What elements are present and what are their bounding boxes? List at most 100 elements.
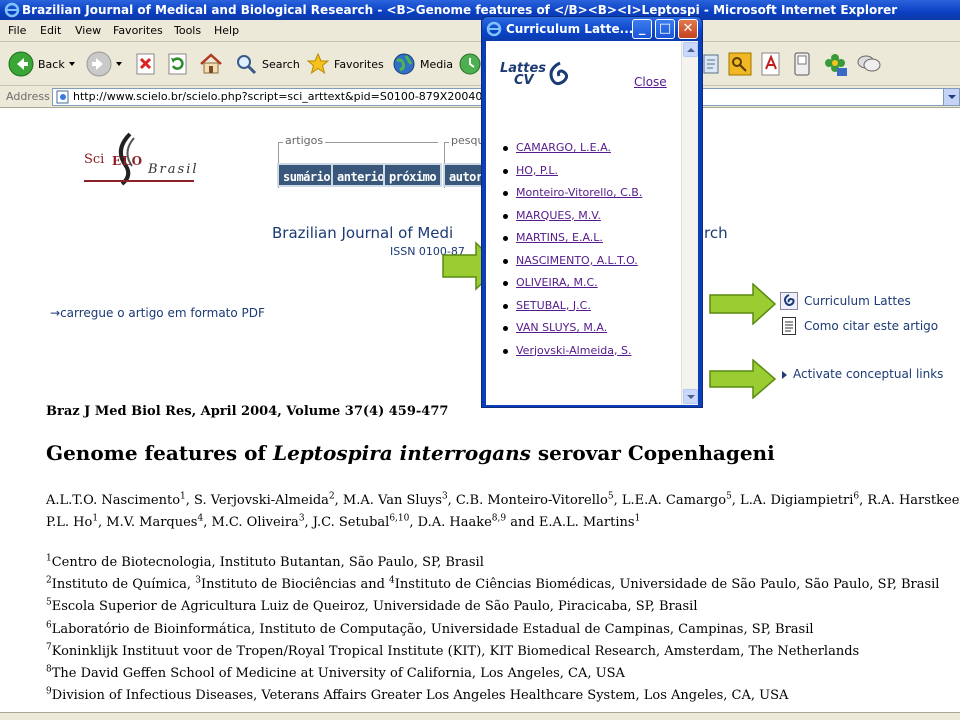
acrobat-icon [761,52,780,76]
author-name: P.L. Ho [46,515,93,530]
author-cv-link[interactable]: OLIVEIRA, M.C. [516,276,598,289]
concept-link-text: Activate conceptual links [793,367,944,381]
cite-article-link[interactable]: Como citar este artigo [780,317,938,335]
lattes-author-list: CAMARGO, L.E.A. HO, P.L. Monteiro-Vitore… [502,141,674,366]
title-part-2: serovar Copenhageni [530,441,775,465]
author-affiliation-mark: 1 [634,513,641,524]
affiliations: 1Centro de Biotecnologia, Instituto Buta… [46,552,956,707]
pdf-link-text: carregue o artigo em formato PDF [60,306,265,320]
menu-file[interactable]: File [8,24,26,37]
scroll-up-icon[interactable] [683,42,698,57]
author-name: , R.A. Harstkeerl [859,493,960,508]
author-cv-link[interactable]: MARTINS, E.A.L. [516,231,603,244]
messenger-button[interactable] [822,50,848,78]
edit-page-button[interactable] [702,50,722,78]
author-cv-link[interactable]: MARQUES, M.V. [516,209,601,222]
author-name: and E.A.L. Martins [506,515,635,530]
author-name: , C.B. Monteiro-Vitorello [447,493,608,508]
stop-icon [136,53,155,75]
scielo-logo[interactable]: Sci ELO Brasil [84,132,204,192]
conceptual-links-link[interactable]: Activate conceptual links [782,367,943,381]
author-name: , M.C. Oliveira [203,515,299,530]
back-dropdown-icon[interactable] [68,62,75,66]
logo-elo-text: ELO [112,154,144,168]
author-name: , J.C. Setubal [304,515,390,530]
list-item: Verjovski-Almeida, S. [502,344,674,358]
device-button[interactable] [792,50,812,78]
messenger-flower-icon [825,54,847,76]
back-arrow-icon [8,51,34,77]
author-cv-link[interactable]: CAMARGO, L.E.A. [516,141,611,154]
key-button[interactable] [728,50,752,78]
author-cv-link[interactable]: NASCIMENTO, A.L.T.O. [516,254,638,267]
history-button[interactable] [458,50,482,78]
green-arrow-icon [709,359,777,399]
forward-button[interactable] [86,50,122,78]
discuss-button[interactable] [856,50,882,78]
forward-dropdown-icon[interactable] [116,62,122,66]
affiliation-text: Laboratório de Bioinformática, Instituto… [51,621,814,637]
media-button[interactable]: Media [392,50,453,78]
menu-edit[interactable]: Edit [40,24,61,37]
affiliation-text: Koninklijk Instituut voor de Tropen/Roya… [51,643,860,659]
author-cv-link[interactable]: VAN SLUYS, M.A. [516,321,607,334]
refresh-button[interactable] [166,50,190,78]
pdf-button[interactable] [760,50,782,78]
minimize-button[interactable]: _ [632,19,652,39]
affiliation-text: Division of Infectious Diseases, Veteran… [51,688,789,704]
summary-button[interactable]: sumário [277,163,337,187]
popup-scrollbar[interactable] [681,41,698,405]
lattes-cv-logo: Lattes CV [500,55,580,95]
scroll-down-icon[interactable] [683,389,698,404]
curriculum-lattes-link[interactable]: Curriculum Lattes [780,292,911,310]
author-cv-link[interactable]: Monteiro-Vitorello, C.B. [516,186,642,199]
list-item: CAMARGO, L.E.A. [502,141,674,155]
affiliation-row: 9Division of Infectious Diseases, Vetera… [46,685,956,707]
close-window-button[interactable]: ✕ [678,19,698,39]
favorites-button[interactable]: Favorites [306,50,384,78]
maximize-button[interactable]: □ [655,19,675,39]
journal-title-tail: rch [704,224,728,242]
affiliation-text: The David Geffen School of Medicine at U… [51,665,625,681]
stop-button[interactable] [134,50,158,78]
author-cv-link[interactable]: Verjovski-Almeida, S. [516,344,631,357]
affiliation-row: 6Laboratório de Bioinformática, Institut… [46,619,956,641]
home-icon [200,53,222,74]
discuss-bubbles-icon [857,55,881,72]
search-button[interactable]: Search [234,50,300,78]
list-item: VAN SLUYS, M.A. [502,321,674,335]
lattes-swirl-icon [549,61,569,86]
address-dropdown-icon[interactable] [943,89,959,105]
back-label: Back [38,57,65,71]
popup-close-link[interactable]: Close [634,75,667,89]
author-list: A.L.T.O. Nascimento 1 , S. Verjovski-Almei… [46,490,960,534]
affiliation-text: Instituto de Ciências Biomédicas, Univer… [394,577,940,593]
favorites-star-icon [306,52,330,75]
pdf-download-link[interactable]: →carregue o artigo em formato PDF [50,306,265,320]
menu-help[interactable]: Help [214,24,239,37]
logo-brasil-text: Brasil [148,162,199,177]
menu-view[interactable]: View [75,24,101,37]
popup-titlebar[interactable]: Curriculum Latte... _ □ ✕ [482,17,702,41]
page-content: Sci ELO Brasil artigos sumário anterior … [0,108,960,712]
forward-arrow-icon [86,51,112,77]
affiliation-row: 2Instituto de Química, 3Instituto de Bio… [46,574,956,596]
internet-explorer-icon [4,2,20,18]
author-cv-link[interactable]: HO, P.L. [516,164,558,177]
menu-favorites[interactable]: Favorites [113,24,163,37]
address-bar: Address http://www.scielo.br/scielo.php?… [0,86,960,108]
next-button[interactable]: próximo [383,163,443,187]
menu-tools[interactable]: Tools [174,24,201,37]
citation-document-icon [782,317,796,335]
author-name: , M.V. Marques [98,515,198,530]
media-label: Media [420,57,454,71]
home-button[interactable] [198,50,224,78]
article-citation: Braz J Med Biol Res, April 2004, Volume … [46,404,449,419]
affiliation-row: 8The David Geffen School of Medicine at … [46,663,956,685]
author-cv-link[interactable]: SETUBAL, J.C. [516,299,591,312]
edit-page-icon [703,54,719,74]
lattes-logo-text: Lattes CV [500,62,546,87]
cite-link-text: Como citar este artigo [804,319,939,333]
back-button[interactable]: Back [8,50,75,78]
list-item: SETUBAL, J.C. [502,299,674,313]
